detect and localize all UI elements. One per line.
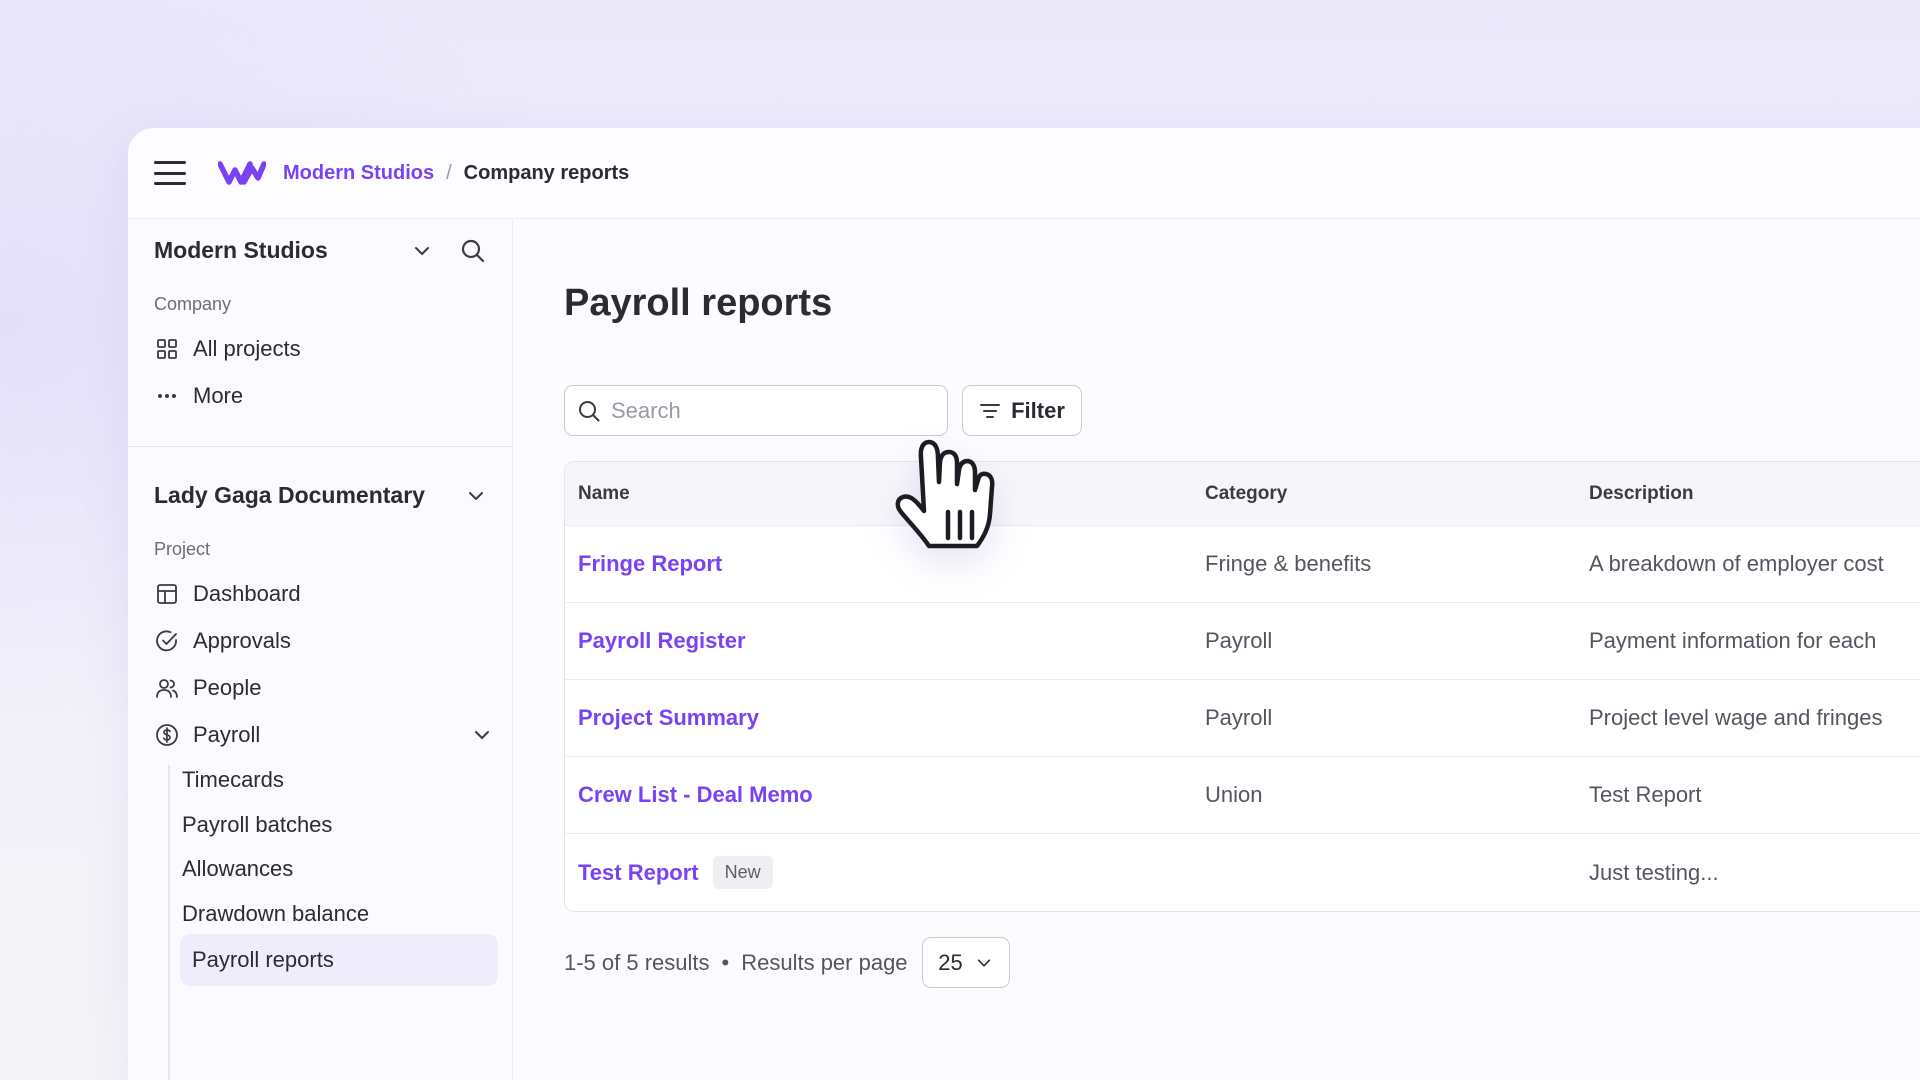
pagination: 1-5 of 5 results • Results per page 25 — [564, 937, 1010, 988]
chevron-down-icon[interactable] — [466, 486, 486, 506]
check-circle-icon — [154, 628, 180, 654]
column-header-category[interactable]: Category — [1205, 483, 1589, 505]
breadcrumb-separator: / — [446, 161, 452, 184]
breadcrumb-current: Company reports — [463, 161, 630, 184]
column-header-description[interactable]: Description — [1589, 483, 1920, 505]
report-category: Fringe & benefits — [1205, 551, 1372, 576]
column-header-name[interactable]: Name — [565, 483, 1205, 505]
filter-icon — [980, 403, 1001, 418]
sidebar-item-dashboard[interactable]: Dashboard — [154, 581, 301, 607]
report-description: Test Report — [1589, 782, 1702, 807]
people-icon — [154, 675, 180, 701]
main-content: Payroll reports Filter Name Category Des… — [514, 220, 1920, 1080]
filter-button[interactable]: Filter — [962, 385, 1082, 436]
app-window: Modern Studios / Company reports Modern … — [128, 128, 1920, 1080]
chevron-down-icon[interactable] — [412, 241, 432, 261]
table-row[interactable]: Fringe Report Fringe & benefits A breakd… — [565, 526, 1920, 603]
table-row[interactable]: Payroll Register Payroll Payment informa… — [565, 603, 1920, 680]
sidebar-item-label: Payroll reports — [192, 947, 334, 972]
table-row[interactable]: Test Report New Just testing... — [565, 834, 1920, 911]
brand-logo-icon — [218, 161, 266, 185]
sidebar-item-all-projects[interactable]: All projects — [154, 336, 301, 362]
company-section-label: Company — [154, 294, 232, 314]
page-title: Payroll reports — [564, 282, 833, 324]
sidebar-subitem-payroll-reports[interactable]: Payroll reports — [180, 934, 498, 986]
per-page-label: Results per page — [741, 949, 908, 975]
chevron-down-icon — [977, 958, 991, 967]
breadcrumb-org-link[interactable]: Modern Studios — [283, 162, 434, 185]
per-page-value: 25 — [938, 949, 963, 975]
report-description: A breakdown of employer cost — [1589, 551, 1884, 576]
sidebar: Modern Studios Company All projects More… — [128, 220, 513, 1080]
table-header: Name Category Description — [565, 462, 1920, 526]
filter-button-label: Filter — [1011, 397, 1065, 423]
sidebar-item-payroll[interactable]: Payroll — [154, 722, 489, 748]
grid-icon — [154, 336, 180, 362]
search-icon[interactable] — [460, 238, 486, 264]
results-summary: 1-5 of 5 results — [564, 949, 710, 975]
project-section-label: Project — [154, 539, 211, 559]
report-name-link[interactable]: Test Report — [578, 860, 699, 886]
sidebar-subitem-drawdown-balance[interactable]: Drawdown balance — [182, 901, 369, 927]
sidebar-item-label: Payroll — [193, 722, 261, 747]
sidebar-subitem-payroll-batches[interactable]: Payroll batches — [182, 812, 332, 838]
sidebar-item-label: Dashboard — [193, 581, 301, 606]
report-category: Union — [1205, 782, 1263, 807]
sidebar-item-label: People — [193, 675, 262, 700]
report-name-link[interactable]: Payroll Register — [578, 628, 746, 654]
sidebar-subitem-timecards[interactable]: Timecards — [182, 767, 284, 793]
pagination-separator: • — [721, 949, 730, 975]
report-name-link[interactable]: Fringe Report — [578, 551, 722, 577]
report-category: Payroll — [1205, 628, 1273, 653]
subnav-guide-line — [168, 765, 170, 1080]
top-bar: Modern Studios / Company reports — [128, 128, 1920, 219]
sidebar-item-approvals[interactable]: Approvals — [154, 628, 291, 654]
layout-icon — [154, 581, 180, 607]
dollar-circle-icon — [154, 722, 180, 748]
search-input[interactable] — [611, 397, 931, 424]
report-description: Just testing... — [1589, 859, 1719, 885]
more-dots-icon — [154, 383, 180, 409]
org-switcher-title: Modern Studios — [154, 237, 328, 263]
sidebar-item-label: All projects — [193, 336, 301, 361]
search-icon — [579, 400, 600, 421]
report-name-link[interactable]: Project Summary — [578, 705, 759, 731]
table-row[interactable]: Crew List - Deal Memo Union Test Report — [565, 757, 1920, 834]
menu-icon[interactable] — [154, 161, 186, 185]
org-switcher[interactable]: Modern Studios — [154, 237, 486, 264]
table-row[interactable]: Project Summary Payroll Project level wa… — [565, 680, 1920, 757]
project-switcher[interactable]: Lady Gaga Documentary — [154, 482, 486, 509]
sidebar-divider — [128, 446, 512, 447]
sidebar-item-people[interactable]: People — [154, 675, 262, 701]
report-description: Payment information for each — [1589, 628, 1877, 653]
report-description: Project level wage and fringes — [1589, 705, 1883, 730]
chevron-down-icon[interactable] — [472, 725, 492, 745]
project-switcher-title: Lady Gaga Documentary — [154, 482, 425, 508]
report-name-link[interactable]: Crew List - Deal Memo — [578, 782, 813, 808]
sidebar-item-label: Approvals — [193, 628, 291, 653]
sidebar-item-more[interactable]: More — [154, 383, 243, 409]
new-badge: New — [712, 856, 773, 889]
sidebar-subitem-allowances[interactable]: Allowances — [182, 856, 293, 882]
per-page-select[interactable]: 25 — [921, 937, 1010, 988]
reports-table: Name Category Description Fringe Report … — [564, 461, 1920, 912]
report-category: Payroll — [1205, 705, 1273, 730]
search-field[interactable] — [564, 385, 948, 436]
sidebar-item-label: More — [193, 383, 244, 408]
